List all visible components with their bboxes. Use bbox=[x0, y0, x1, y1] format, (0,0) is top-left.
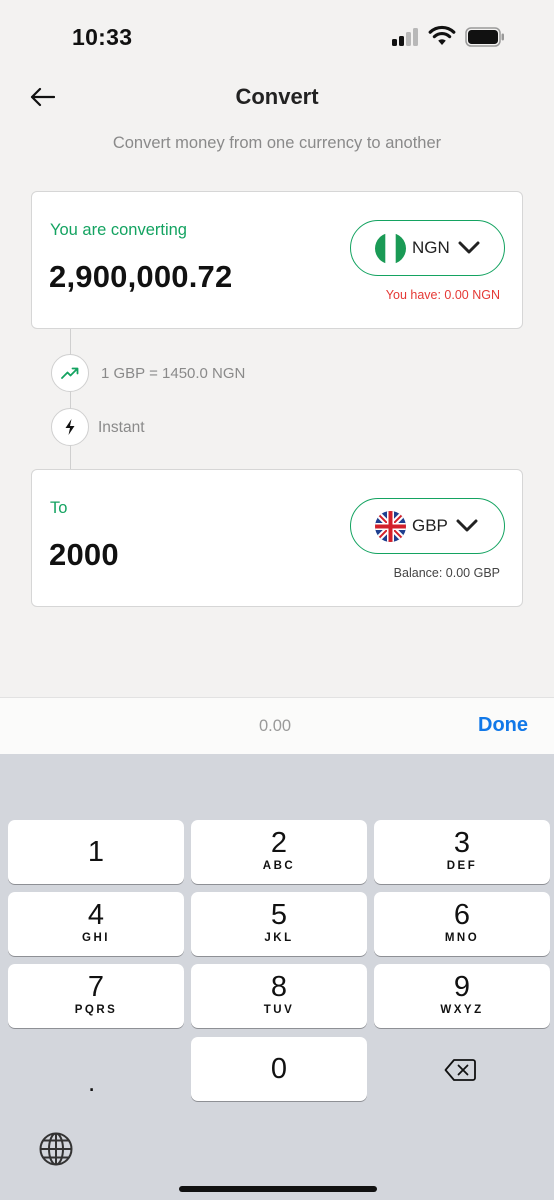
chevron-down-icon bbox=[458, 241, 480, 254]
status-bar: 10:33 bbox=[0, 0, 554, 70]
key-9[interactable]: 9 WXYZ bbox=[374, 964, 550, 1028]
to-label: To bbox=[50, 499, 68, 517]
home-indicator[interactable] bbox=[179, 1186, 377, 1192]
backspace-icon[interactable] bbox=[444, 1058, 476, 1082]
key-letters: GHI bbox=[82, 932, 110, 944]
key-letters: TUV bbox=[263, 1004, 295, 1016]
from-amount-input[interactable]: 2,900,000.72 bbox=[49, 259, 232, 295]
key-letters: WXYZ bbox=[440, 1004, 484, 1016]
connector-line bbox=[70, 329, 71, 469]
key-letters: PQRS bbox=[74, 1004, 118, 1016]
key-7[interactable]: 7 PQRS bbox=[8, 964, 184, 1028]
chevron-down-icon bbox=[456, 519, 478, 532]
nigeria-flag-icon bbox=[375, 232, 406, 264]
toolbar-value: 0.00 bbox=[259, 717, 292, 735]
to-balance-note: Balance: 0.00 GBP bbox=[393, 566, 500, 580]
wifi-icon bbox=[428, 25, 456, 45]
decimal-key[interactable]: . bbox=[88, 1067, 95, 1098]
key-digit: 2 bbox=[270, 827, 288, 859]
key-digit: 3 bbox=[453, 827, 471, 859]
key-digit: 9 bbox=[453, 971, 471, 1003]
key-digit: 6 bbox=[453, 899, 471, 931]
key-2[interactable]: 2 ABC bbox=[191, 820, 367, 884]
page-subtitle: Convert money from one currency to anoth… bbox=[112, 134, 442, 152]
speed-badge bbox=[51, 408, 89, 446]
key-digit: 8 bbox=[270, 971, 288, 1003]
key-digit: 7 bbox=[87, 971, 105, 1003]
lightning-icon bbox=[65, 419, 75, 435]
key-digit: 5 bbox=[270, 899, 288, 931]
key-letters: DEF bbox=[446, 860, 478, 872]
key-letters: MNO bbox=[444, 932, 480, 944]
battery-icon bbox=[465, 27, 504, 47]
key-3[interactable]: 3 DEF bbox=[374, 820, 550, 884]
key-letters: ABC bbox=[262, 860, 296, 872]
key-digit: 0 bbox=[270, 1053, 288, 1085]
done-button[interactable]: Done bbox=[478, 714, 528, 737]
uk-flag-icon bbox=[375, 510, 406, 542]
key-digit: 4 bbox=[87, 899, 105, 931]
trending-up-icon bbox=[61, 367, 79, 379]
to-amount-input[interactable]: 2000 bbox=[49, 537, 119, 573]
rate-badge bbox=[51, 354, 89, 392]
from-label: You are converting bbox=[50, 221, 187, 239]
status-time: 10:33 bbox=[72, 24, 133, 50]
from-currency-selector[interactable]: NGN bbox=[350, 220, 505, 276]
key-1[interactable]: 1 bbox=[8, 820, 184, 884]
to-currency-code: GBP bbox=[412, 516, 448, 535]
key-digit: 1 bbox=[87, 836, 105, 868]
from-currency-code: NGN bbox=[412, 238, 450, 257]
to-amount-card[interactable]: To 2000 GBP Balance: 0.00 GBP bbox=[31, 469, 523, 607]
key-8[interactable]: 8 TUV bbox=[191, 964, 367, 1028]
numeric-keyboard: 1 2 ABC 3 DEF 4 GHI 5 JKL 6 MNO 7 PQRS 8… bbox=[0, 754, 554, 1200]
to-currency-selector[interactable]: GBP bbox=[350, 498, 505, 554]
key-4[interactable]: 4 GHI bbox=[8, 892, 184, 956]
keyboard-toolbar: 0.00 Done bbox=[0, 697, 554, 754]
page-title: Convert bbox=[235, 84, 319, 109]
key-6[interactable]: 6 MNO bbox=[374, 892, 550, 956]
from-amount-card[interactable]: You are converting 2,900,000.72 NGN You … bbox=[31, 191, 523, 329]
speed-text: Instant bbox=[98, 419, 145, 436]
key-letters: JKL bbox=[264, 932, 294, 944]
key-0[interactable]: 0 bbox=[191, 1037, 367, 1101]
globe-icon[interactable] bbox=[38, 1131, 74, 1167]
exchange-rate-text: 1 GBP = 1450.0 NGN bbox=[101, 365, 246, 382]
key-5[interactable]: 5 JKL bbox=[191, 892, 367, 956]
from-balance-note: You have: 0.00 NGN bbox=[385, 288, 500, 302]
cellular-signal-icon bbox=[392, 28, 422, 46]
